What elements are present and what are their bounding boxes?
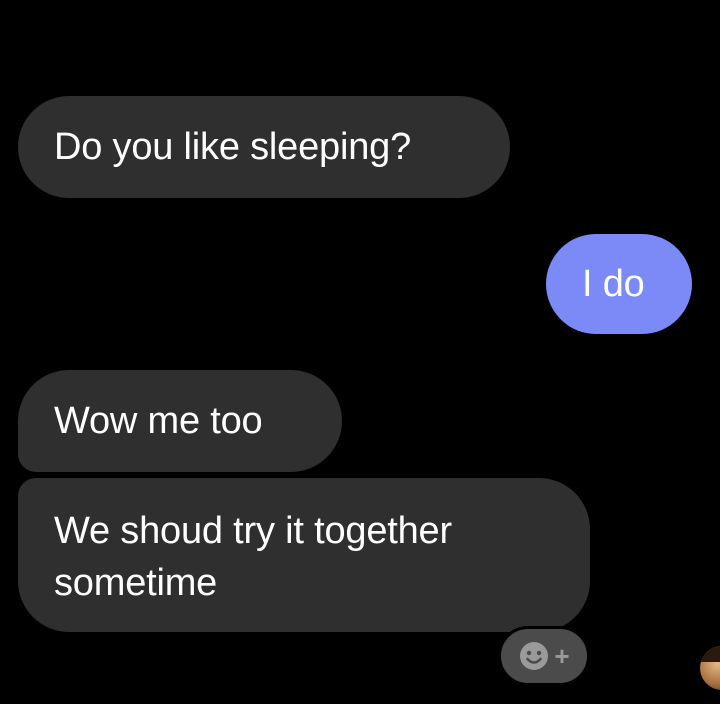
received-message-bubble[interactable]: Do you like sleeping? bbox=[18, 96, 510, 198]
plus-icon: + bbox=[554, 641, 570, 671]
message-text: Do you like sleeping? bbox=[54, 126, 412, 168]
message-text: We shoud try it together sometime bbox=[54, 510, 452, 604]
add-reaction-icon bbox=[520, 642, 549, 670]
message-text: I do bbox=[582, 263, 645, 305]
received-message-bubble[interactable]: We shoud try it together sometime bbox=[18, 478, 590, 632]
avatar[interactable] bbox=[700, 646, 720, 690]
chat-thread: Do you like sleeping? I do Wow me too We… bbox=[0, 0, 720, 704]
received-message-bubble[interactable]: Wow me too bbox=[18, 370, 342, 472]
sent-message-bubble[interactable]: I do bbox=[546, 234, 692, 334]
message-text: Wow me too bbox=[54, 400, 263, 442]
add-reaction-button[interactable]: + bbox=[498, 626, 590, 686]
